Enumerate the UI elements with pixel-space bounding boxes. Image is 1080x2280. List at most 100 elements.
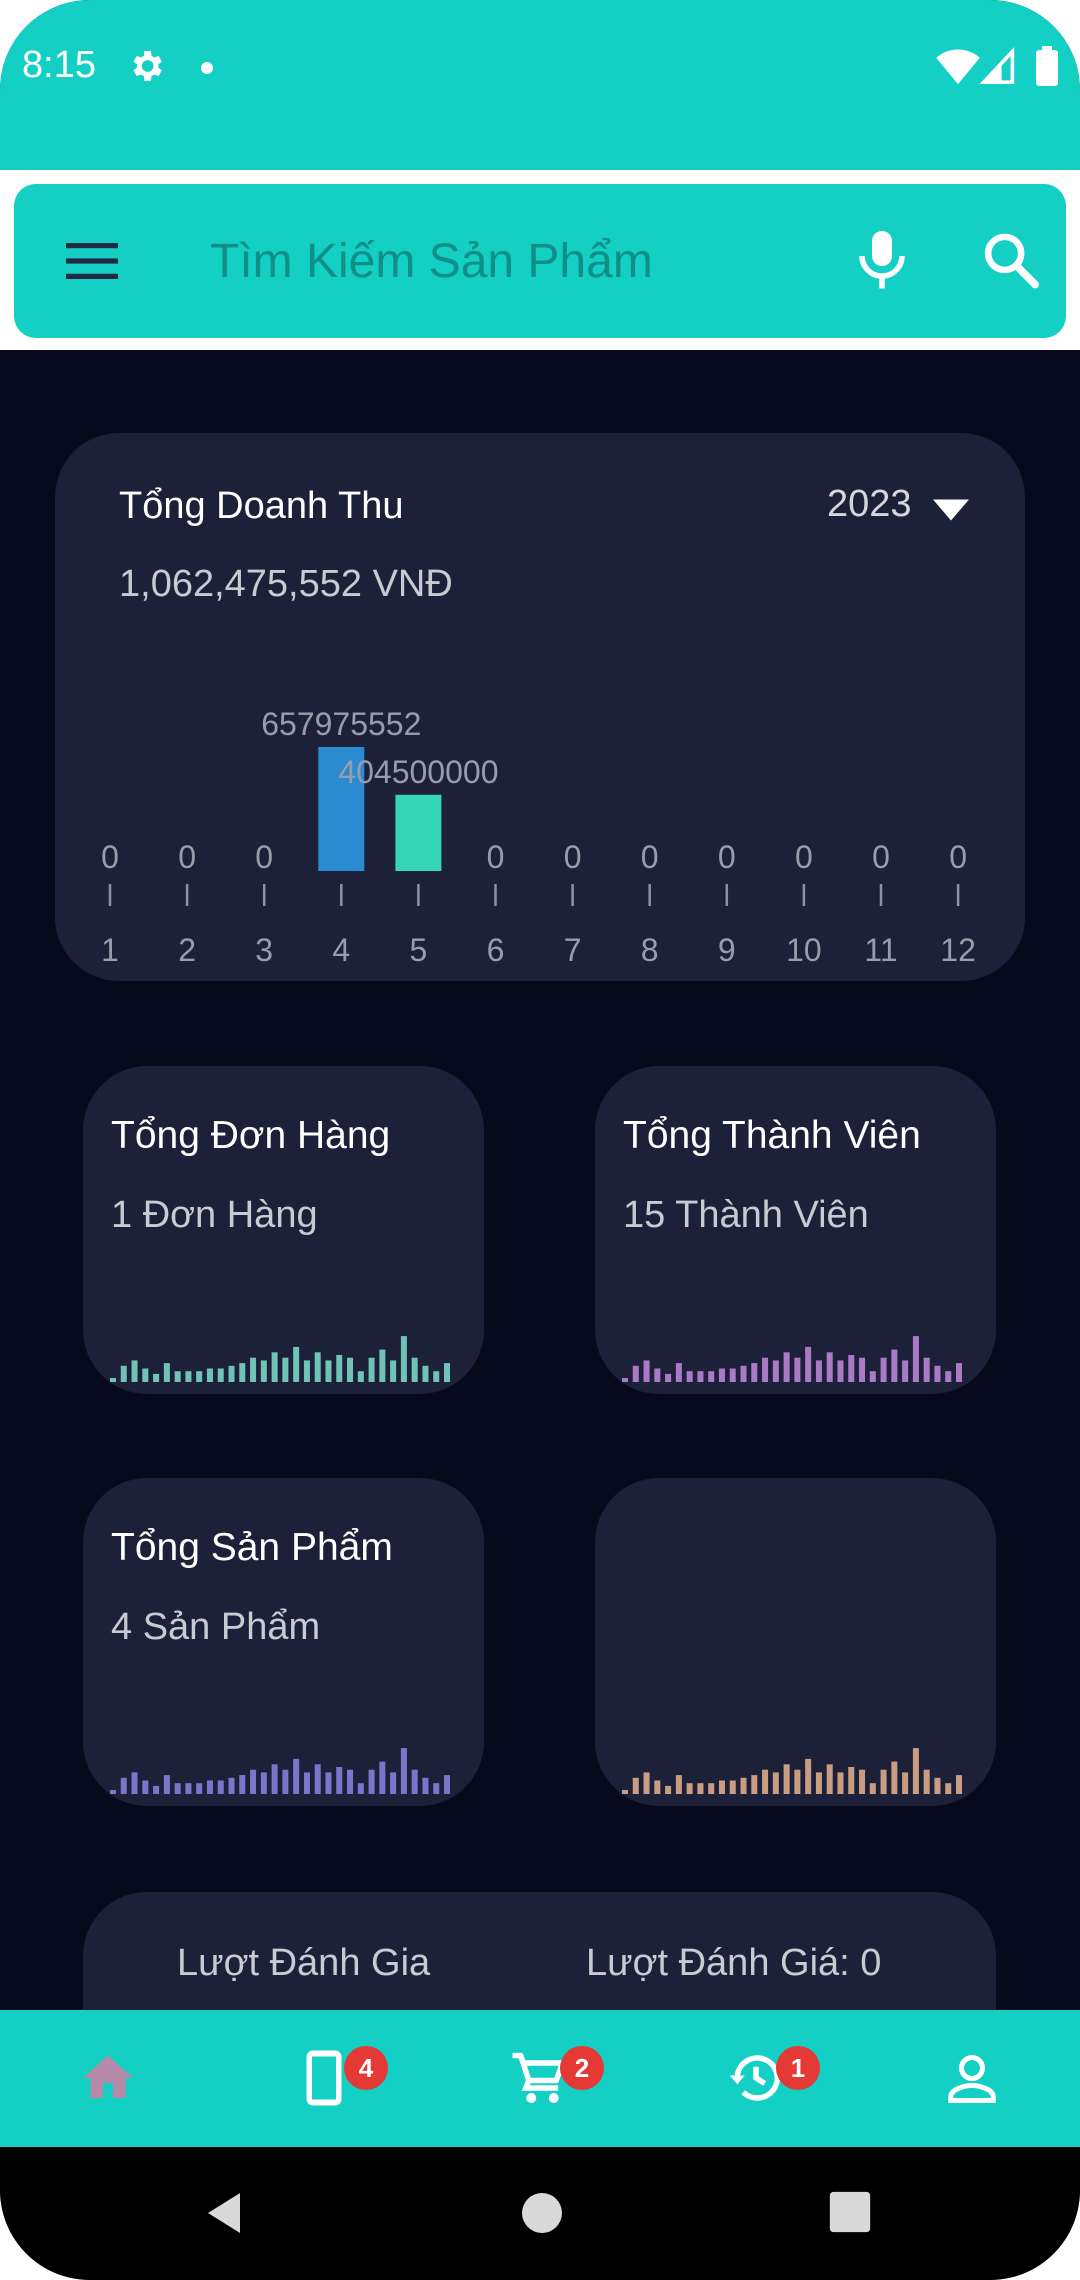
x-tick-label: 6 (487, 932, 505, 968)
sparkline-bar (411, 1357, 418, 1382)
sparkline-bar (622, 1377, 628, 1382)
sparkline-bar (729, 1780, 736, 1794)
back-icon[interactable] (200, 2189, 248, 2237)
sparkline-bar (923, 1769, 930, 1794)
sparkline-bar (902, 1360, 909, 1382)
sparkline-bar (718, 1780, 725, 1794)
products-card[interactable]: Tổng Sản Phẩm 4 Sản Phẩm (83, 1478, 484, 1806)
sparkline-bar (794, 1357, 801, 1382)
sparkline-bar (282, 1357, 289, 1382)
dashboard-content: 1 0 2 0 3 0 4 657975552 5 404500000 6 0 7 0 8 0 9 0 10 0 11 0… (0, 350, 1080, 2092)
sparkline-bar (891, 1761, 898, 1794)
sparkline-bar (902, 1772, 909, 1794)
sparkline-bar (347, 1357, 354, 1382)
reviews-count: Lượt Đánh Giá: 0 (586, 1942, 882, 1984)
home-icon (83, 2055, 133, 2098)
sparkline-bar (945, 1371, 952, 1382)
nav-history[interactable]: 1 (648, 2010, 864, 2147)
sparkline-bar (891, 1349, 898, 1382)
history-icon (729, 2055, 780, 2101)
sparkline-bar (293, 1758, 300, 1794)
sparkline-bar (185, 1371, 192, 1382)
home-button-icon[interactable] (518, 2189, 566, 2237)
products-value: 4 Sản Phẩm (111, 1606, 321, 1648)
sparkline-bar (934, 1777, 941, 1794)
battery-icon (1036, 46, 1058, 86)
orders-card[interactable]: Tổng Đơn Hàng 1 Đơn Hàng (83, 1066, 484, 1394)
cart-badge: 2 (560, 2046, 604, 2090)
orders-sparkline (110, 1336, 450, 1382)
recent-apps-icon[interactable] (828, 2190, 872, 2234)
members-card[interactable]: Tổng Thành Viên 15 Thành Viên (595, 1066, 996, 1394)
sparkline-bar (945, 1783, 952, 1794)
sparkline-bar (206, 1780, 213, 1794)
x-tick-label: 11 (864, 932, 897, 968)
sparkline-bar (643, 1772, 650, 1794)
sparkline-bar (185, 1783, 192, 1794)
search-input[interactable] (210, 219, 810, 303)
nav-profile[interactable] (864, 2010, 1080, 2147)
sparkline-bar (859, 1357, 866, 1382)
revenue-title: Tổng Doanh Thu (119, 485, 404, 527)
sparkline-bar (675, 1775, 682, 1794)
sparkline-bar (729, 1368, 736, 1382)
sparkline-bar (325, 1772, 332, 1794)
search-area (0, 170, 1080, 350)
status-time: 8:15 (22, 44, 96, 86)
sparkline-bar (632, 1365, 639, 1382)
sparkline-bar (444, 1775, 450, 1794)
sparkline-bar (336, 1767, 343, 1794)
sparkline-bar (110, 1377, 116, 1382)
sparkline-bar (837, 1772, 844, 1794)
sparkline-bar (206, 1368, 213, 1382)
sparkline-bar (120, 1365, 127, 1382)
x-tick-label: 5 (410, 932, 428, 968)
sparkline-bar (411, 1769, 418, 1794)
phone-badge: 4 (344, 2046, 388, 2090)
search-bar (14, 184, 1066, 338)
menu-icon[interactable] (64, 236, 120, 286)
sparkline-bar (433, 1783, 440, 1794)
sparkline-bar (293, 1346, 300, 1382)
sparkline-bar (956, 1363, 962, 1382)
x-tick-label: 1 (101, 932, 119, 968)
bar-value-label: 0 (795, 839, 813, 875)
status-bar: 8:15 (0, 0, 1080, 170)
sparkline-bar (686, 1783, 693, 1794)
sparkline-bar (347, 1769, 354, 1794)
history-badge: 1 (776, 2046, 820, 2090)
search-icon[interactable] (980, 228, 1042, 294)
sparkline-bar (282, 1769, 289, 1794)
sparkline-bar (772, 1360, 779, 1382)
sparkline-bar (325, 1360, 332, 1382)
sparkline-bar (697, 1371, 704, 1382)
nav-cart[interactable]: 2 (432, 2010, 648, 2147)
sparkline-bar (740, 1777, 747, 1794)
x-tick-label: 3 (255, 932, 273, 968)
extra-stat-card[interactable] (595, 1478, 996, 1806)
sparkline-bar (153, 1373, 160, 1382)
sparkline-bar (120, 1777, 127, 1794)
chevron-down-icon[interactable] (933, 499, 969, 521)
sparkline-bar (174, 1371, 181, 1382)
sparkline-bar (708, 1783, 715, 1794)
sparkline-bar (336, 1355, 343, 1382)
members-value: 15 Thành Viên (623, 1194, 869, 1236)
sparkline-bar (163, 1775, 170, 1794)
year-select[interactable]: 2023 (827, 483, 912, 526)
sparkline-bar (762, 1357, 769, 1382)
sparkline-bar (303, 1772, 310, 1794)
signal-icon (980, 47, 1015, 84)
sparkline-bar (859, 1769, 866, 1794)
sparkline-bar (314, 1764, 321, 1794)
bar-value-label: 0 (487, 839, 505, 875)
nav-products[interactable]: 4 (216, 2010, 432, 2147)
bar-value-label: 0 (178, 839, 196, 875)
orders-title: Tổng Đơn Hàng (111, 1114, 391, 1157)
sparkline-bar (751, 1363, 758, 1382)
sparkline-bar (379, 1349, 386, 1382)
x-tick-label: 2 (178, 932, 196, 968)
sparkline-bar (110, 1789, 116, 1794)
nav-home[interactable] (0, 2010, 216, 2147)
microphone-icon[interactable] (852, 228, 912, 294)
